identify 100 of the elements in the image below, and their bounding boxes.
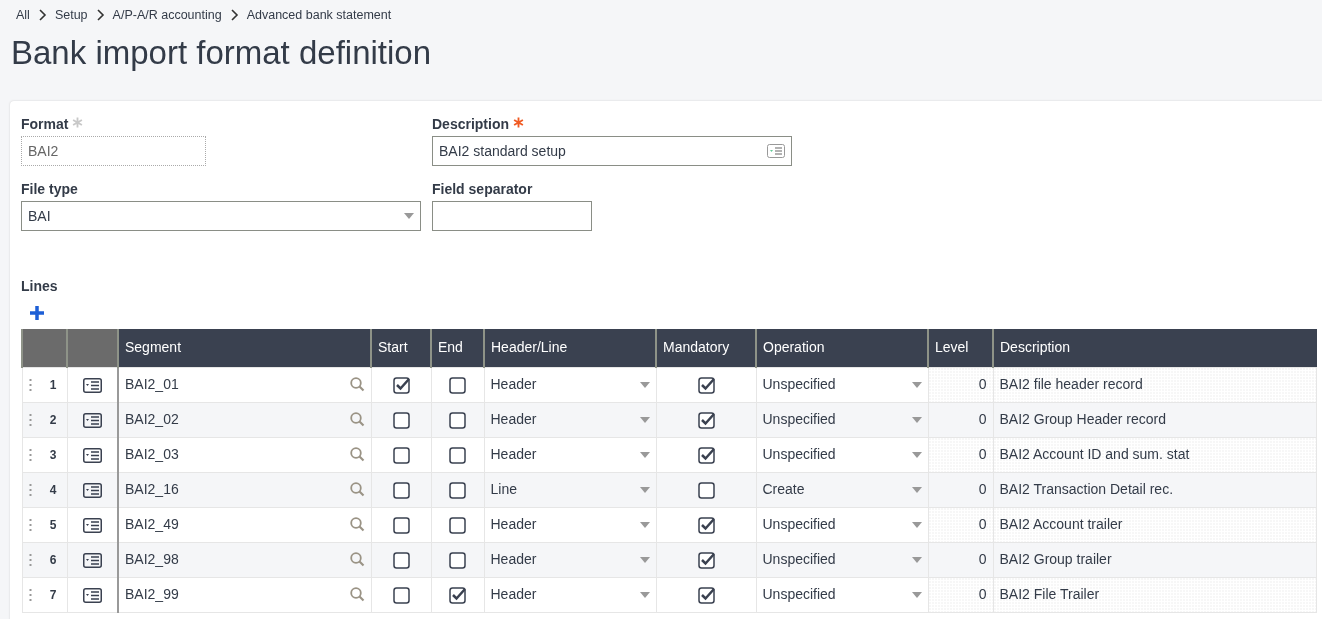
checkbox[interactable] xyxy=(392,376,410,394)
drag-handle-icon[interactable] xyxy=(28,412,32,427)
checkbox[interactable] xyxy=(449,376,466,394)
dropdown-caret-icon[interactable] xyxy=(639,556,650,563)
search-icon[interactable] xyxy=(349,377,365,392)
breadcrumb-link[interactable]: A/P-A/R accounting xyxy=(112,5,222,25)
dropdown-caret-icon[interactable] xyxy=(639,591,650,598)
checkbox[interactable] xyxy=(697,551,715,569)
breadcrumb-link[interactable]: Setup xyxy=(54,5,88,25)
dropdown-caret-icon[interactable] xyxy=(639,381,650,388)
row-detail-icon[interactable] xyxy=(82,552,102,568)
drag-handle-icon[interactable] xyxy=(28,517,32,532)
row-number: 3 xyxy=(49,446,57,464)
checkbox[interactable] xyxy=(392,481,410,499)
drag-handle-icon[interactable] xyxy=(28,377,32,392)
column-header: Description xyxy=(993,329,1317,367)
plus-icon[interactable] xyxy=(29,305,45,321)
checkbox[interactable] xyxy=(449,481,466,499)
dropdown-caret-icon[interactable] xyxy=(911,486,922,493)
table-cell: BAI2 Group trailer xyxy=(999,551,1112,567)
row-detail-icon[interactable] xyxy=(82,447,102,463)
row-number: 7 xyxy=(49,586,57,604)
breadcrumb-link[interactable]: Advanced bank statement xyxy=(246,5,392,25)
dropdown-caret-icon[interactable] xyxy=(639,521,650,528)
search-icon[interactable] xyxy=(349,412,365,427)
table-cell: 0 xyxy=(978,446,987,462)
checkbox[interactable] xyxy=(449,551,466,569)
checkbox[interactable] xyxy=(697,376,715,394)
checkbox[interactable] xyxy=(392,446,410,464)
search-icon[interactable] xyxy=(349,517,365,532)
select-value: Unspecified xyxy=(762,550,836,569)
chevron-icon xyxy=(37,9,47,21)
readonly-field[interactable]: BAI2 xyxy=(21,136,206,166)
row-number: 1 xyxy=(49,376,57,394)
field-label: File type xyxy=(21,180,78,199)
page-title: Bank import format definition xyxy=(11,33,433,73)
select-value: Unspecified xyxy=(762,445,836,464)
select-value: Unspecified xyxy=(762,515,836,534)
table-cell: 0 xyxy=(978,586,987,602)
dropdown-caret-icon[interactable] xyxy=(404,213,414,219)
select-field[interactable]: BAI xyxy=(21,201,421,231)
checkbox[interactable] xyxy=(392,551,410,569)
row-detail-icon[interactable] xyxy=(82,517,102,533)
table-cell-text: BAI2_02 xyxy=(125,410,179,429)
checkbox[interactable] xyxy=(392,411,410,429)
column-header: Mandatory xyxy=(656,329,756,367)
search-icon[interactable] xyxy=(349,552,365,567)
drag-handle-icon[interactable] xyxy=(28,447,32,462)
row-detail-icon[interactable] xyxy=(82,587,102,603)
checkbox[interactable] xyxy=(697,446,715,464)
checkbox[interactable] xyxy=(449,516,466,534)
checkbox[interactable] xyxy=(697,411,715,429)
breadcrumb-link[interactable]: All xyxy=(16,5,30,25)
select-value: Header xyxy=(490,550,537,569)
table-cell: 0 xyxy=(978,516,987,532)
checkbox[interactable] xyxy=(392,586,410,604)
input-field[interactable] xyxy=(432,201,592,231)
row-number: 6 xyxy=(49,551,57,569)
dropdown-caret-icon[interactable] xyxy=(911,521,922,528)
select-value: Line xyxy=(490,480,517,499)
row-detail-icon[interactable] xyxy=(82,377,102,393)
dropdown-caret-icon[interactable] xyxy=(911,556,922,563)
checkbox[interactable] xyxy=(449,586,466,604)
checkbox[interactable] xyxy=(697,586,715,604)
dropdown-caret-icon[interactable] xyxy=(911,381,922,388)
list-icon[interactable] xyxy=(767,144,785,158)
table-cell: BAI2 file header record xyxy=(999,376,1143,392)
chevron-icon xyxy=(95,9,105,21)
table-cell: BAI2 Transaction Detail rec. xyxy=(999,481,1174,497)
dropdown-caret-icon[interactable] xyxy=(639,451,650,458)
table-cell-text: BAI2_99 xyxy=(125,585,179,604)
input-field[interactable]: BAI2 standard setup xyxy=(432,136,792,166)
dropdown-caret-icon[interactable] xyxy=(911,451,922,458)
drag-handle-icon[interactable] xyxy=(28,587,32,602)
checkbox[interactable] xyxy=(449,411,466,429)
table-cell-text: BAI2_49 xyxy=(125,515,179,534)
column-header: Header/Line xyxy=(484,329,656,367)
dropdown-caret-icon[interactable] xyxy=(639,486,650,493)
drag-handle-icon[interactable] xyxy=(28,552,32,567)
search-icon[interactable] xyxy=(349,447,365,462)
dropdown-caret-icon[interactable] xyxy=(911,591,922,598)
table-cell: 0 xyxy=(978,551,987,567)
checkbox[interactable] xyxy=(392,516,410,534)
checkbox[interactable] xyxy=(697,516,715,534)
column-header: Level xyxy=(928,329,993,367)
row-detail-icon[interactable] xyxy=(82,482,102,498)
row-detail-icon[interactable] xyxy=(82,412,102,428)
column-header: Operation xyxy=(756,329,928,367)
search-icon[interactable] xyxy=(349,482,365,497)
row-number: 2 xyxy=(49,411,57,429)
select-value: Unspecified xyxy=(762,410,836,429)
checkbox[interactable] xyxy=(449,446,466,464)
column-header: Segment xyxy=(118,329,371,367)
checkbox[interactable] xyxy=(697,481,715,499)
drag-handle-icon[interactable] xyxy=(28,482,32,497)
dropdown-caret-icon[interactable] xyxy=(639,416,650,423)
row-number: 5 xyxy=(49,516,57,534)
dropdown-caret-icon[interactable] xyxy=(911,416,922,423)
table-cell: 0 xyxy=(978,481,987,497)
search-icon[interactable] xyxy=(349,587,365,602)
